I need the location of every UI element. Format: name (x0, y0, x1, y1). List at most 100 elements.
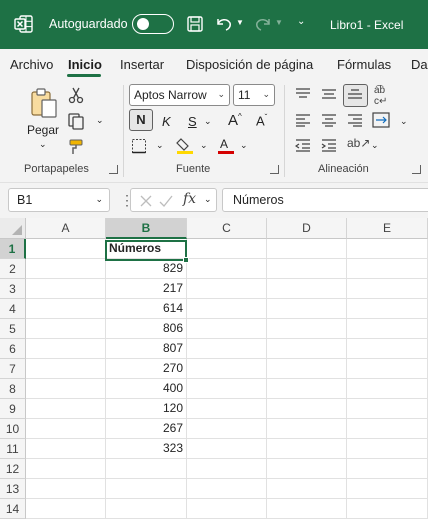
row-header-1[interactable]: 1 (0, 239, 26, 259)
cell-c8[interactable] (187, 379, 267, 399)
formula-input[interactable]: Números (222, 188, 428, 212)
cell-d4[interactable] (267, 299, 347, 319)
format-painter-icon[interactable] (67, 138, 85, 156)
tab-disposicion[interactable]: Disposición de página (186, 57, 313, 72)
align-left-icon[interactable] (295, 113, 311, 127)
borders-icon[interactable] (131, 138, 147, 154)
row-header-7[interactable]: 7 (0, 359, 26, 379)
select-all-button[interactable] (0, 218, 26, 239)
align-center-icon[interactable] (321, 113, 337, 127)
row-header-4[interactable]: 4 (0, 299, 26, 319)
column-header-c[interactable]: C (187, 218, 267, 239)
cell-d14[interactable] (267, 499, 347, 519)
cell-c3[interactable] (187, 279, 267, 299)
insert-function-icon[interactable]: fx (183, 191, 196, 207)
cell-b10[interactable]: 267 (106, 419, 187, 439)
cell-b14[interactable] (106, 499, 187, 519)
cell-d6[interactable] (267, 339, 347, 359)
font-color-icon[interactable]: A (217, 136, 235, 154)
cell-d13[interactable] (267, 479, 347, 499)
increase-font-icon[interactable]: A^ (228, 112, 242, 129)
cell-e13[interactable] (347, 479, 428, 499)
cell-c2[interactable] (187, 259, 267, 279)
cell-e12[interactable] (347, 459, 428, 479)
paste-icon[interactable] (28, 87, 60, 119)
wrap-text-icon[interactable]: a͡b c↵ (374, 85, 387, 107)
cell-b4[interactable]: 614 (106, 299, 187, 319)
decrease-font-icon[interactable]: Aˇ (256, 113, 267, 128)
cell-d1[interactable] (267, 239, 347, 259)
row-header-12[interactable]: 12 (0, 459, 26, 479)
row-header-3[interactable]: 3 (0, 279, 26, 299)
tab-inicio[interactable]: Inicio (68, 57, 102, 72)
row-header-14[interactable]: 14 (0, 499, 26, 519)
cell-c4[interactable] (187, 299, 267, 319)
orientation-dropdown-icon[interactable]: ⌄ (371, 140, 379, 151)
increase-indent-icon[interactable] (321, 138, 337, 152)
cell-e6[interactable] (347, 339, 428, 359)
customize-toolbar-icon[interactable]: ⌄ (297, 16, 305, 27)
font-launcher-icon[interactable] (270, 165, 279, 174)
cell-a1[interactable] (26, 239, 106, 259)
paste-label[interactable]: Pegar (27, 123, 59, 137)
column-header-a[interactable]: A (26, 218, 106, 239)
italic-button[interactable]: K (162, 114, 171, 129)
undo-icon[interactable] (214, 15, 234, 33)
save-icon[interactable] (186, 15, 204, 33)
cell-b3[interactable]: 217 (106, 279, 187, 299)
cell-d7[interactable] (267, 359, 347, 379)
align-top-icon[interactable] (295, 87, 311, 101)
underline-button[interactable]: S (188, 114, 197, 129)
clipboard-launcher-icon[interactable] (109, 165, 118, 174)
align-right-icon[interactable] (347, 113, 363, 127)
column-header-b[interactable]: B (106, 218, 187, 239)
copy-dropdown-icon[interactable]: ⌄ (96, 115, 104, 126)
cell-c5[interactable] (187, 319, 267, 339)
copy-icon[interactable] (67, 112, 85, 130)
cell-e14[interactable] (347, 499, 428, 519)
cell-d5[interactable] (267, 319, 347, 339)
cell-d8[interactable] (267, 379, 347, 399)
cell-b11[interactable]: 323 (106, 439, 187, 459)
redo-dropdown-icon[interactable]: ▼ (275, 18, 283, 27)
cell-d12[interactable] (267, 459, 347, 479)
cell-a6[interactable] (26, 339, 106, 359)
cell-a4[interactable] (26, 299, 106, 319)
cell-b13[interactable] (106, 479, 187, 499)
cell-e9[interactable] (347, 399, 428, 419)
row-header-9[interactable]: 9 (0, 399, 26, 419)
fill-color-dropdown-icon[interactable]: ⌄ (200, 140, 208, 151)
cell-c6[interactable] (187, 339, 267, 359)
cell-a8[interactable] (26, 379, 106, 399)
cell-c14[interactable] (187, 499, 267, 519)
merge-center-icon[interactable] (372, 112, 390, 128)
undo-dropdown-icon[interactable]: ▼ (236, 18, 244, 27)
cell-a10[interactable] (26, 419, 106, 439)
fill-handle[interactable] (183, 257, 189, 263)
cell-a5[interactable] (26, 319, 106, 339)
underline-dropdown-icon[interactable]: ⌄ (204, 116, 212, 127)
cell-b2[interactable]: 829 (106, 259, 187, 279)
align-middle-icon[interactable] (321, 87, 337, 101)
cell-a3[interactable] (26, 279, 106, 299)
cell-e11[interactable] (347, 439, 428, 459)
font-size-select[interactable]: 11 ⌄ (233, 84, 275, 106)
name-box[interactable]: B1 ⌄ (8, 188, 110, 212)
row-header-2[interactable]: 2 (0, 259, 26, 279)
orientation-icon[interactable]: ab↗ (347, 136, 370, 150)
column-header-d[interactable]: D (267, 218, 347, 239)
align-bottom-icon[interactable] (347, 87, 363, 101)
cell-c1[interactable] (187, 239, 267, 259)
cell-b5[interactable]: 806 (106, 319, 187, 339)
cell-d9[interactable] (267, 399, 347, 419)
bold-button[interactable]: N (129, 109, 153, 131)
merge-dropdown-icon[interactable]: ⌄ (400, 116, 408, 127)
cell-d2[interactable] (267, 259, 347, 279)
cell-e2[interactable] (347, 259, 428, 279)
cell-a14[interactable] (26, 499, 106, 519)
cell-b8[interactable]: 400 (106, 379, 187, 399)
cell-d3[interactable] (267, 279, 347, 299)
font-name-select[interactable]: Aptos Narrow ⌄ (129, 84, 230, 106)
tab-datos[interactable]: Da (411, 57, 428, 72)
cell-a12[interactable] (26, 459, 106, 479)
